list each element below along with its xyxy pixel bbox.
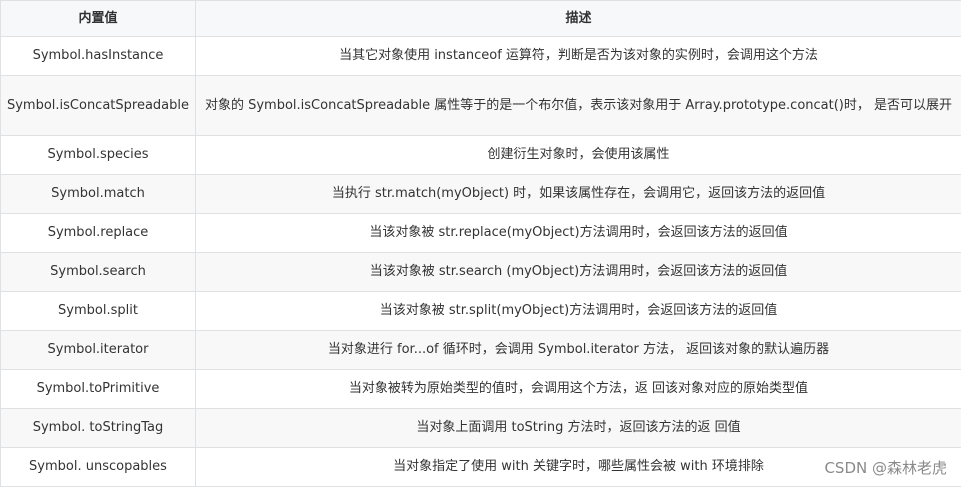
symbol-name: Symbol.hasInstance xyxy=(1,37,196,76)
symbol-name: Symbol. unscopables xyxy=(1,448,196,487)
symbol-description: 当该对象被 str.replace(myObject)方法调用时，会返回该方法的… xyxy=(196,214,961,253)
table-row: Symbol.iterator 当对象进行 for...of 循环时，会调用 S… xyxy=(1,331,961,370)
symbol-name: Symbol.isConcatSpreadable xyxy=(1,76,196,136)
symbol-description: 当执行 str.match(myObject) 时，如果该属性存在，会调用它，返… xyxy=(196,175,961,214)
symbol-builtins-table: 内置值 描述 Symbol.hasInstance 当其它对象使用 instan… xyxy=(0,0,961,487)
table-row: Symbol. toStringTag 当对象上面调用 toString 方法时… xyxy=(1,409,961,448)
symbol-description: 当其它对象使用 instanceof 运算符，判断是否为该对象的实例时，会调用这… xyxy=(196,37,961,76)
symbol-name: Symbol.search xyxy=(1,253,196,292)
symbol-description: 当对象进行 for...of 循环时，会调用 Symbol.iterator 方… xyxy=(196,331,961,370)
symbol-description: 对象的 Symbol.isConcatSpreadable 属性等于的是一个布尔… xyxy=(196,76,961,136)
table-row: Symbol.toPrimitive 当对象被转为原始类型的值时，会调用这个方法… xyxy=(1,370,961,409)
symbol-description: 当该对象被 str.split(myObject)方法调用时，会返回该方法的返回… xyxy=(196,292,961,331)
symbol-description: 当该对象被 str.search (myObject)方法调用时，会返回该方法的… xyxy=(196,253,961,292)
symbol-name: Symbol.iterator xyxy=(1,331,196,370)
header-description: 描述 xyxy=(196,1,961,37)
symbol-name: Symbol.split xyxy=(1,292,196,331)
table-row: Symbol. unscopables 当对象指定了使用 with 关键字时，哪… xyxy=(1,448,961,487)
table-row: Symbol.search 当该对象被 str.search (myObject… xyxy=(1,253,961,292)
csdn-watermark: CSDN @森林老虎 xyxy=(824,457,947,478)
table-row: Symbol.match 当执行 str.match(myObject) 时，如… xyxy=(1,175,961,214)
symbol-name: Symbol.match xyxy=(1,175,196,214)
symbol-name: Symbol.species xyxy=(1,136,196,175)
table-row: Symbol.species 创建衍生对象时，会使用该属性 xyxy=(1,136,961,175)
symbol-description: 创建衍生对象时，会使用该属性 xyxy=(196,136,961,175)
table-row: Symbol.hasInstance 当其它对象使用 instanceof 运算… xyxy=(1,37,961,76)
table-row: Symbol.split 当该对象被 str.split(myObject)方法… xyxy=(1,292,961,331)
symbol-name: Symbol. toStringTag xyxy=(1,409,196,448)
symbol-name: Symbol.toPrimitive xyxy=(1,370,196,409)
table-header-row: 内置值 描述 xyxy=(1,1,961,37)
table-row: Symbol.replace 当该对象被 str.replace(myObjec… xyxy=(1,214,961,253)
symbol-name: Symbol.replace xyxy=(1,214,196,253)
symbol-description: 当对象上面调用 toString 方法时，返回该方法的返 回值 xyxy=(196,409,961,448)
table-row: Symbol.isConcatSpreadable 对象的 Symbol.isC… xyxy=(1,76,961,136)
header-builtin-value: 内置值 xyxy=(1,1,196,37)
symbol-description: 当对象被转为原始类型的值时，会调用这个方法，返 回该对象对应的原始类型值 xyxy=(196,370,961,409)
